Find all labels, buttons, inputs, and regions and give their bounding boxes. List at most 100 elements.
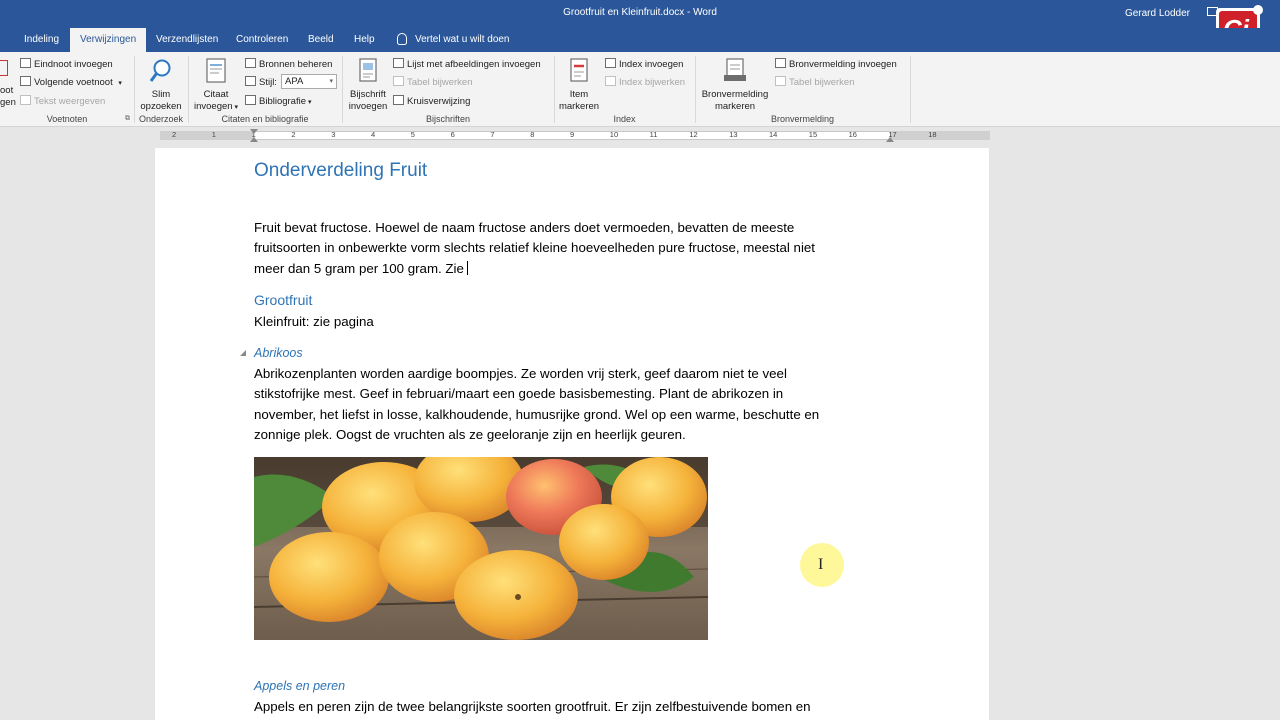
mark-entry-label-2: markeren [558, 101, 600, 112]
insert-caption-label-2: invoegen [348, 101, 388, 112]
smart-lookup-button[interactable]: Slim opzoeken [138, 57, 184, 113]
apricot-line-4: zonnige plek. Oogst de vruchten als ze g… [254, 426, 686, 442]
caption-icon [359, 58, 377, 82]
insert-index-label: Index invoegen [619, 59, 684, 70]
heading-onderverdeling-fruit[interactable]: Onderverdeling Fruit [254, 160, 427, 182]
tell-me-box[interactable]: Vertel wat u wilt doen [397, 28, 510, 52]
ribbon-tabs: Indeling Verwijzingen Verzendlijsten Con… [0, 28, 1280, 52]
insert-table-of-figures-button[interactable]: Lijst met afbeeldingen invoegen [393, 58, 541, 70]
show-notes-label: Tekst weergeven [34, 96, 106, 107]
ruler-number: 4 [371, 130, 376, 139]
cross-reference-icon [393, 95, 404, 105]
tab-controleren[interactable]: Controleren [226, 28, 298, 52]
citation-style-value: APA [285, 76, 304, 87]
smart-lookup-label-2: opzoeken [140, 101, 182, 112]
tab-verwijzingen[interactable]: Verwijzingen [70, 28, 147, 52]
insert-citation-button[interactable]: Citaat invoegen ▾ [192, 57, 240, 114]
footnotes-dialog-launcher-icon[interactable]: ⧉ [125, 115, 130, 123]
show-notes-icon [20, 95, 31, 105]
kleinfruit-line[interactable]: Kleinfruit: zie pagina [254, 312, 884, 332]
intro-line-2: fruitsoorten in onbewerkte vorm slechts … [254, 240, 815, 256]
ruler-right-margin [890, 131, 990, 140]
update-table-button[interactable]: Tabel bijwerken [393, 76, 472, 88]
ruler-number: 12 [689, 130, 698, 139]
insert-citation-label-2: invoegen ▾ [193, 101, 239, 112]
update-authorities-icon [775, 76, 786, 86]
first-line-indent-marker[interactable] [250, 129, 258, 134]
manage-sources-button[interactable]: Bronnen beheren [245, 58, 332, 70]
ruler-number: 7 [490, 130, 495, 139]
mark-entry-button[interactable]: Item markeren [557, 57, 601, 113]
style-label-row: Stijl: [245, 76, 277, 88]
tab-indeling[interactable]: Indeling [14, 28, 69, 52]
citation-icon [206, 58, 226, 83]
apples-line-1[interactable]: Appels en peren zijn de twee belangrijks… [254, 697, 884, 717]
tab-beeld[interactable]: Beeld [298, 28, 344, 52]
intro-paragraph[interactable]: Fruit bevat fructose. Hoewel de naam fru… [254, 218, 884, 279]
insert-index-icon [605, 58, 616, 68]
group-separator [695, 56, 696, 123]
document-page[interactable]: Onderverdeling Fruit Fruit bevat fructos… [155, 148, 989, 720]
tab-verzendlijsten[interactable]: Verzendlijsten [146, 28, 228, 52]
bibliography-icon [245, 95, 256, 105]
group-separator [342, 56, 343, 123]
table-of-authorities-icon [775, 58, 786, 68]
ruler-number: 15 [808, 130, 818, 139]
update-index-button[interactable]: Index bijwerken [605, 76, 685, 88]
update-index-icon [605, 76, 616, 86]
manage-sources-label: Bronnen beheren [259, 59, 333, 70]
ruler-number: 9 [570, 130, 575, 139]
footnote-partial-top: oot [0, 85, 14, 96]
insert-caption-button[interactable]: Bijschrift invoegen [346, 57, 390, 113]
insert-index-button[interactable]: Index invoegen [605, 58, 683, 70]
intro-line-1: Fruit bevat fructose. Hoewel de naam fru… [254, 220, 795, 235]
ruler-number: 3 [331, 130, 336, 139]
insert-caption-label-1: Bijschrift [350, 89, 386, 100]
mark-citation-button[interactable]: Bronvermelding markeren [698, 57, 772, 113]
bibliography-button[interactable]: Bibliografie ▾ [245, 95, 311, 107]
group-separator [188, 56, 189, 123]
insert-citation-label-1: Citaat [203, 89, 229, 100]
endnote-icon [20, 58, 31, 68]
hanging-indent-marker[interactable] [250, 137, 258, 142]
horizontal-ruler[interactable]: 2 1 1 2 3 4 5 6 7 8 9 10 11 12 13 14 15 16 17 18 [0, 127, 1280, 144]
mark-citation-icon [724, 58, 746, 81]
insert-endnote-button[interactable]: Eindnoot invoegen [20, 58, 113, 70]
insert-endnote-label: Eindnoot invoegen [34, 59, 113, 70]
collapse-heading-icon[interactable] [240, 350, 246, 356]
update-table-icon [393, 76, 404, 86]
insert-table-of-authorities-button[interactable]: Bronvermelding invoegen [775, 58, 897, 70]
show-notes-button[interactable]: Tekst weergeven [20, 95, 105, 107]
heading-abrikoos[interactable]: Abrikoos [254, 346, 303, 360]
group-label-authorities: Bronvermelding [770, 114, 835, 124]
ruler-number: 16 [848, 130, 857, 139]
cross-reference-button[interactable]: Kruisverwijzing [393, 95, 470, 107]
style-icon [245, 76, 256, 86]
ruler-number: 2 [172, 130, 177, 139]
group-label-index: Index [613, 114, 636, 124]
update-authorities-table-button[interactable]: Tabel bijwerken [775, 76, 854, 88]
ribbon: oot gen Eindnoot invoegen Volgende voetn… [0, 52, 1280, 127]
next-footnote-button[interactable]: Volgende voetnoot ▾ [20, 76, 122, 88]
apricot-paragraph[interactable]: Abrikozenplanten worden aardige boompjes… [254, 364, 884, 445]
table-of-figures-label: Lijst met afbeeldingen invoegen [407, 59, 541, 70]
insert-footnote-button-partial[interactable]: oot gen [0, 85, 16, 109]
citation-style-select[interactable]: APA ▾ [281, 74, 337, 89]
apricots-photo[interactable] [254, 457, 708, 640]
heading-appels-en-peren[interactable]: Appels en peren [254, 679, 345, 693]
group-separator [134, 56, 135, 123]
lightbulb-icon [397, 33, 407, 46]
footnote-partial-bottom: gen [0, 97, 16, 108]
mark-citation-label-1: Bronvermelding [701, 89, 769, 100]
ruler-number: 11 [649, 130, 658, 139]
right-indent-marker[interactable] [886, 137, 894, 142]
ruler-number: 13 [729, 130, 738, 139]
mark-citation-label-2: markeren [714, 101, 756, 112]
tab-help[interactable]: Help [344, 28, 385, 52]
tell-me-text: Vertel wat u wilt doen [415, 34, 510, 45]
heading-grootfruit[interactable]: Grootfruit [254, 292, 312, 308]
group-label-citations: Citaten en bibliografie [221, 114, 309, 124]
update-table-label: Tabel bijwerken [407, 77, 473, 88]
user-name[interactable]: Gerard Lodder [1125, 8, 1190, 19]
ruler-number: 14 [769, 130, 778, 139]
